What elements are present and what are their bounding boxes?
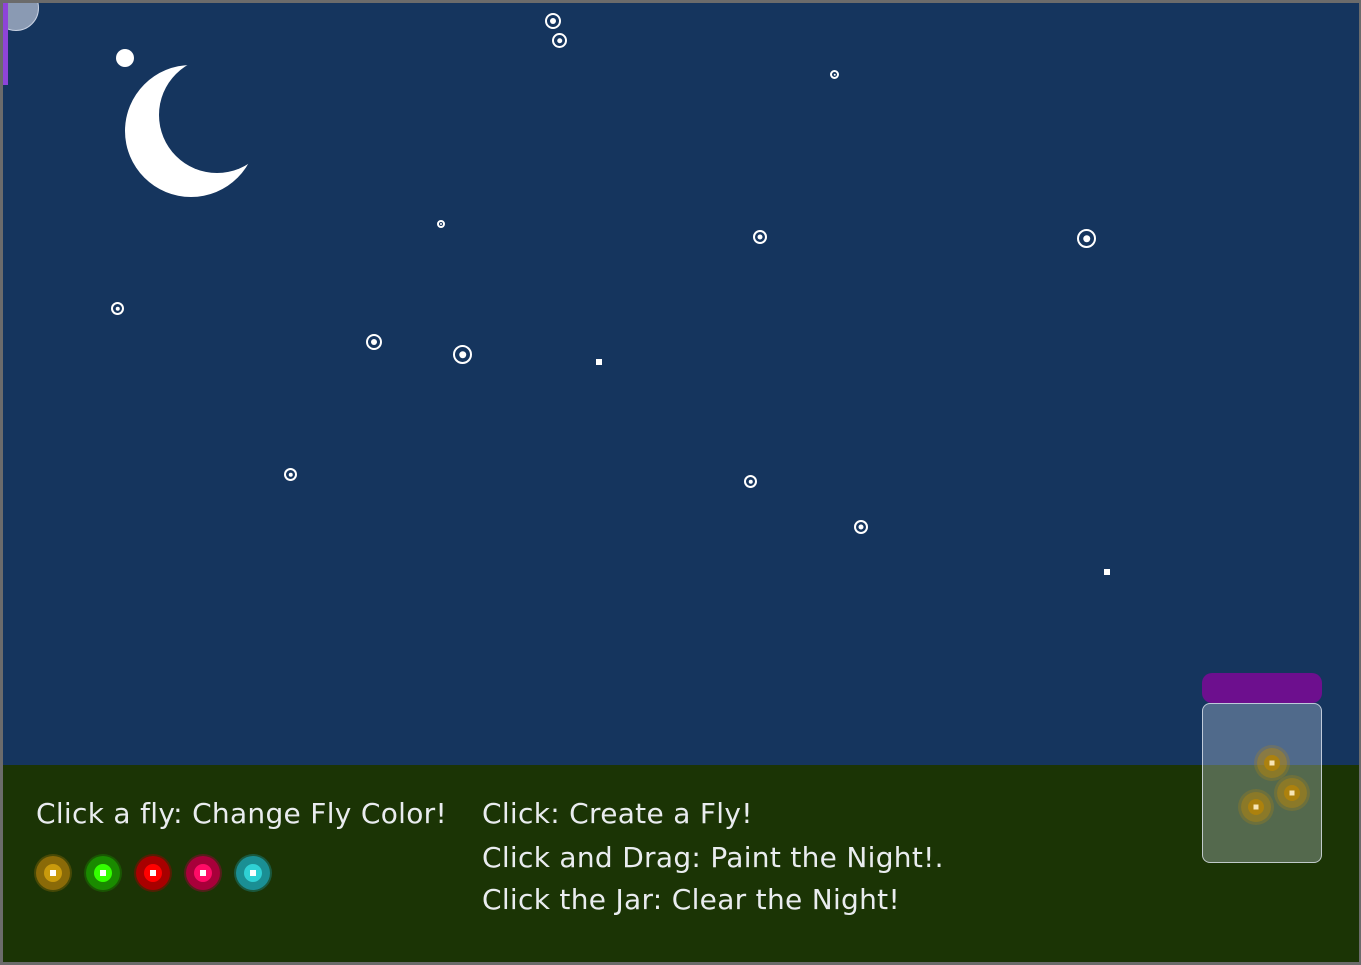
star — [854, 520, 868, 534]
fly-color-pink[interactable] — [186, 856, 220, 890]
star — [753, 230, 767, 244]
star — [552, 33, 567, 48]
change-fly-color-hint: Click a fly: Change Fly Color! — [36, 797, 447, 830]
fly-color-green[interactable] — [86, 856, 120, 890]
star — [596, 359, 602, 365]
star — [545, 13, 561, 29]
star — [284, 468, 297, 481]
star-field — [3, 3, 1359, 765]
create-fly-hint: Click: Create a Fly! — [482, 797, 753, 830]
star — [116, 49, 134, 67]
jarred-firefly — [1241, 792, 1271, 822]
fly-color-gold[interactable] — [36, 856, 70, 890]
fly-color-cyan[interactable] — [236, 856, 270, 890]
firefly-jar[interactable] — [1202, 703, 1322, 863]
paint-night-hint: Click and Drag: Paint the Night!. — [482, 841, 944, 874]
star — [1104, 569, 1110, 575]
star — [453, 345, 472, 364]
ground-panel: Click a fly: Change Fly Color! Click: Cr… — [3, 765, 1359, 962]
star — [111, 302, 124, 315]
jar-lid[interactable] — [1202, 673, 1322, 703]
night-sky[interactable] — [3, 3, 1359, 765]
star — [830, 70, 839, 79]
game-canvas[interactable]: Click a fly: Change Fly Color! Click: Cr… — [3, 3, 1359, 962]
clear-night-hint: Click the Jar: Clear the Night! — [482, 883, 900, 916]
star — [437, 220, 445, 228]
jarred-firefly — [1257, 748, 1287, 778]
star — [744, 475, 757, 488]
jarred-firefly — [1277, 778, 1307, 808]
fly-color-red[interactable] — [136, 856, 170, 890]
star — [1077, 229, 1096, 248]
star — [366, 334, 382, 350]
